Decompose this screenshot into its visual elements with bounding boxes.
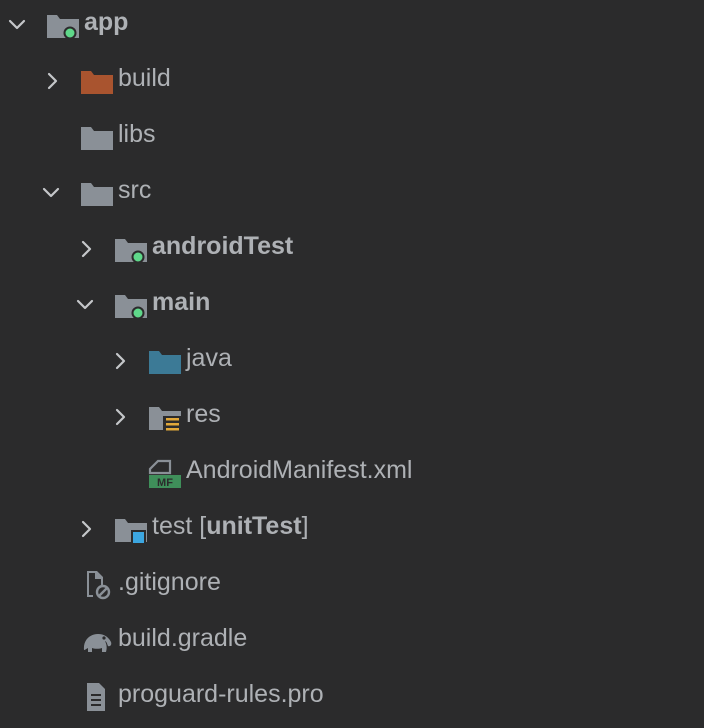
tree-item-label: src — [118, 176, 152, 204]
manifest-file-icon: MF — [148, 459, 181, 488]
tree-item-label: build.gradle — [118, 624, 248, 652]
chevron-right-icon[interactable] — [76, 238, 98, 260]
chevron-right-icon[interactable] — [110, 406, 132, 428]
chevron-right-icon[interactable] — [42, 70, 64, 92]
tree-item-label: app — [84, 8, 129, 36]
tree-item-label-group: test [unitTest] — [152, 512, 309, 540]
tree-item-label: res — [186, 400, 221, 428]
tree-item-proguard[interactable]: proguard-rules.pro — [0, 672, 704, 728]
chevron-down-icon[interactable] — [40, 182, 62, 204]
tree-item-libs[interactable]: libs — [0, 112, 704, 168]
tree-item-label: AndroidManifest.xml — [186, 456, 413, 484]
tree-item-label: proguard-rules.pro — [118, 680, 324, 708]
chevron-right-icon[interactable] — [76, 518, 98, 540]
tree-item-src[interactable]: src — [0, 168, 704, 224]
gradle-elephant-icon — [83, 634, 112, 652]
chevron-right-icon[interactable] — [110, 350, 132, 372]
tree-item-build[interactable]: build — [0, 56, 704, 112]
tree-item-label: main — [152, 288, 211, 316]
tree-item-gitignore[interactable]: .gitignore — [0, 560, 704, 616]
chevron-down-icon[interactable] — [74, 294, 96, 316]
project-tree: app build libs src androidTest main java — [0, 0, 704, 726]
tree-item-app[interactable]: app — [0, 0, 704, 56]
tree-item-res[interactable]: res — [0, 392, 704, 448]
tree-item-androidtest[interactable]: androidTest — [0, 224, 704, 280]
module-folder-icon — [47, 15, 79, 40]
folder-icon — [81, 183, 113, 206]
source-folder-icon — [149, 351, 181, 374]
tree-item-label: java — [186, 344, 232, 372]
source-set-folder-icon — [115, 239, 147, 264]
bracket-close: ] — [301, 512, 309, 540]
manifest-badge-text: MF — [157, 477, 173, 488]
tree-item-label: androidTest — [152, 232, 294, 260]
text-file-icon — [87, 683, 105, 711]
tree-item-label: test — [152, 512, 193, 540]
folder-icon — [81, 127, 113, 150]
tree-item-label: libs — [118, 120, 156, 148]
tree-item-main[interactable]: main — [0, 280, 704, 336]
chevron-down-icon[interactable] — [6, 14, 28, 36]
ignore-file-icon — [87, 571, 111, 600]
tree-item-java[interactable]: java — [0, 336, 704, 392]
bracket-open: [ — [192, 512, 207, 540]
resources-folder-icon — [149, 407, 181, 432]
excluded-folder-icon — [81, 71, 113, 94]
tree-item-build-gradle[interactable]: build.gradle — [0, 616, 704, 672]
tree-item-label: .gitignore — [118, 568, 221, 596]
tree-item-test[interactable]: test [unitTest] — [0, 504, 704, 560]
tree-item-manifest[interactable]: MF AndroidManifest.xml — [0, 448, 704, 504]
test-folder-icon — [115, 519, 147, 544]
tree-item-label: build — [118, 64, 171, 92]
source-set-folder-icon — [115, 295, 147, 320]
test-type-tag: unitTest — [206, 512, 302, 540]
